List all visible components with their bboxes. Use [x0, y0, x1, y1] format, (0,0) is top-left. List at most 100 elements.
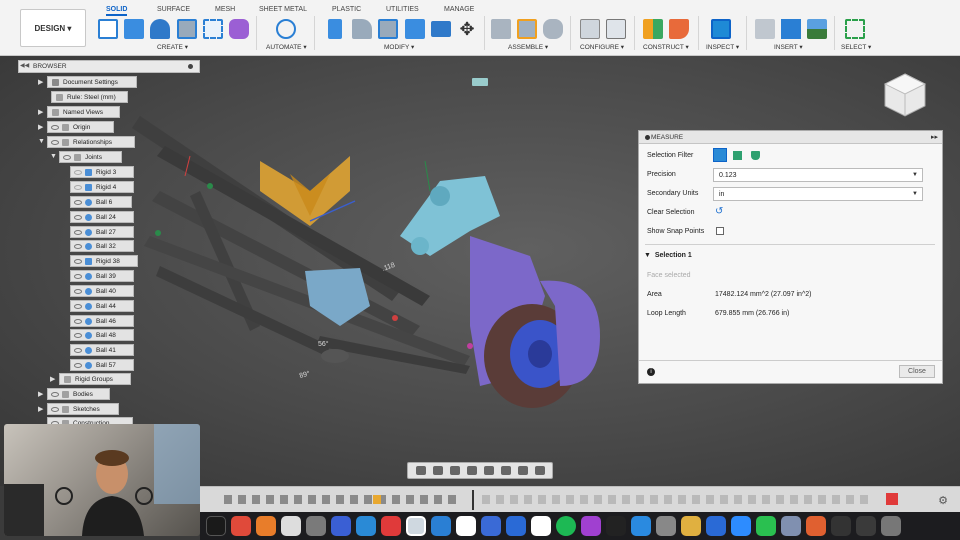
expand-icon[interactable]: ▶ [38, 108, 43, 116]
eye-icon[interactable] [51, 406, 59, 412]
browser-item-rigid-groups[interactable]: Rigid Groups [59, 373, 131, 385]
tab-sheet-metal[interactable]: SHEET METAL [259, 6, 307, 13]
filter-components-icon[interactable] [751, 151, 760, 160]
browser-item-joint[interactable]: Ball 46 [70, 315, 134, 327]
measure-title-bar[interactable]: MEASURE ▸▸ [639, 131, 942, 144]
eye-icon[interactable] [74, 362, 82, 368]
orbit-icon[interactable] [415, 466, 426, 475]
expand-icon[interactable]: ▶ [38, 405, 43, 413]
clear-selection-icon[interactable]: ↺ [715, 206, 723, 217]
app-icon[interactable] [806, 516, 826, 536]
expand-icon[interactable]: ▶ [38, 78, 43, 86]
measure-icon[interactable] [711, 19, 731, 39]
tab-plastic[interactable]: PLASTIC [332, 6, 361, 13]
eye-icon[interactable] [74, 273, 82, 279]
expand-icon[interactable]: ▶ [50, 375, 55, 383]
table-icon[interactable] [606, 19, 626, 39]
timeline[interactable]: ⚙ [200, 486, 960, 512]
browser-item-joint[interactable]: Ball 57 [70, 359, 134, 371]
revolve-icon[interactable] [150, 19, 170, 39]
eye-icon[interactable] [51, 139, 59, 145]
fillet-icon[interactable] [352, 19, 372, 39]
eye-icon[interactable] [74, 303, 82, 309]
insert-canvas-icon[interactable] [807, 19, 827, 39]
eye-icon[interactable] [74, 318, 82, 324]
group-construct[interactable]: CONSTRUCT ▾ [643, 43, 689, 51]
app-icon[interactable] [431, 516, 451, 536]
spotify-icon[interactable] [556, 516, 576, 536]
pattern-icon[interactable] [203, 19, 223, 39]
tab-solid[interactable]: SOLID [106, 6, 128, 16]
as-built-joint-icon[interactable] [543, 19, 563, 39]
eye-icon[interactable] [74, 243, 82, 249]
eye-icon[interactable] [74, 332, 82, 338]
app-icon[interactable] [231, 516, 251, 536]
browser-item-named-views[interactable]: Named Views [47, 106, 120, 118]
browser-item-joints[interactable]: Joints [59, 151, 122, 163]
eye-icon[interactable] [63, 154, 71, 160]
pin-icon[interactable] [188, 64, 193, 69]
eye-icon[interactable] [74, 199, 82, 205]
browser-item-joint[interactable]: Ball 44 [70, 300, 134, 312]
group-automate[interactable]: AUTOMATE ▾ [266, 43, 307, 51]
app-icon[interactable] [781, 516, 801, 536]
browser-item-joint[interactable]: Ball 41 [70, 344, 134, 356]
browser-item-joint[interactable]: Rigid 3 [70, 166, 134, 178]
filter-faces-icon[interactable] [713, 148, 727, 162]
browser-item-bodies[interactable]: Bodies [47, 388, 110, 400]
browser-item-joint[interactable]: Ball 6 [70, 196, 132, 208]
snap-points-checkbox[interactable] [716, 227, 724, 235]
pan-icon[interactable] [449, 466, 460, 475]
eye-icon[interactable] [74, 288, 82, 294]
chamfer-icon[interactable] [378, 19, 398, 39]
expand-icon[interactable]: ▶ [38, 123, 43, 131]
named-view-icon[interactable] [472, 78, 488, 86]
trash-icon[interactable] [881, 516, 901, 536]
browser-item-joint[interactable]: Ball 40 [70, 285, 134, 297]
browser-item-joint[interactable]: Rigid 4 [70, 181, 134, 193]
app-icon[interactable] [481, 516, 501, 536]
expand-icon[interactable]: ▶ [38, 390, 43, 398]
browser-item-document-settings[interactable]: Document Settings [47, 76, 137, 88]
browser-item-sketches[interactable]: Sketches [47, 403, 119, 415]
app-icon[interactable] [206, 516, 226, 536]
browser-item-joint[interactable]: Ball 24 [70, 211, 134, 223]
app-icon[interactable] [381, 516, 401, 536]
browser-item-relationships[interactable]: Relationships [47, 136, 135, 148]
zoom-icon[interactable] [466, 466, 477, 475]
eye-icon[interactable] [74, 184, 82, 190]
tab-utilities[interactable]: UTILITIES [386, 6, 419, 13]
app-store-icon[interactable] [631, 516, 651, 536]
eye-icon[interactable] [74, 229, 82, 235]
combine-icon[interactable] [431, 21, 451, 37]
configure-icon[interactable] [580, 19, 600, 39]
zoom-window-icon[interactable] [483, 466, 494, 475]
group-create[interactable]: CREATE ▾ [157, 43, 188, 51]
shell-icon[interactable] [405, 19, 425, 39]
press-pull-icon[interactable] [328, 19, 342, 39]
display-settings-icon[interactable] [500, 466, 511, 475]
zoom-app-icon[interactable] [731, 516, 751, 536]
select-icon[interactable] [845, 19, 865, 39]
form-icon[interactable] [229, 19, 249, 39]
selection-group-header[interactable]: ▼ Selection 1 [644, 252, 692, 259]
precision-select[interactable]: 0.123 ▼ [713, 168, 923, 182]
eye-icon[interactable] [74, 258, 82, 264]
browser-item-units[interactable]: Rule: Steel (mm) [51, 91, 128, 103]
app-icon[interactable] [831, 516, 851, 536]
tab-surface[interactable]: SURFACE [157, 6, 190, 13]
hole-icon[interactable] [177, 19, 197, 39]
app-icon[interactable] [756, 516, 776, 536]
browser-item-joint[interactable]: Rigid 38 [70, 255, 138, 267]
filter-bodies-icon[interactable] [733, 151, 742, 160]
eye-icon[interactable] [51, 124, 59, 130]
collapse-icon[interactable]: ◀◀ [20, 62, 29, 69]
app-icon[interactable] [706, 516, 726, 536]
expand-icon[interactable]: ▼ [50, 153, 57, 160]
expand-icon[interactable]: ▼ [38, 138, 45, 145]
offset-plane-icon[interactable] [643, 19, 663, 39]
group-modify[interactable]: MODIFY ▾ [384, 43, 414, 51]
app-icon[interactable] [681, 516, 701, 536]
new-component-icon[interactable] [491, 19, 511, 39]
settings-icon[interactable] [656, 516, 676, 536]
